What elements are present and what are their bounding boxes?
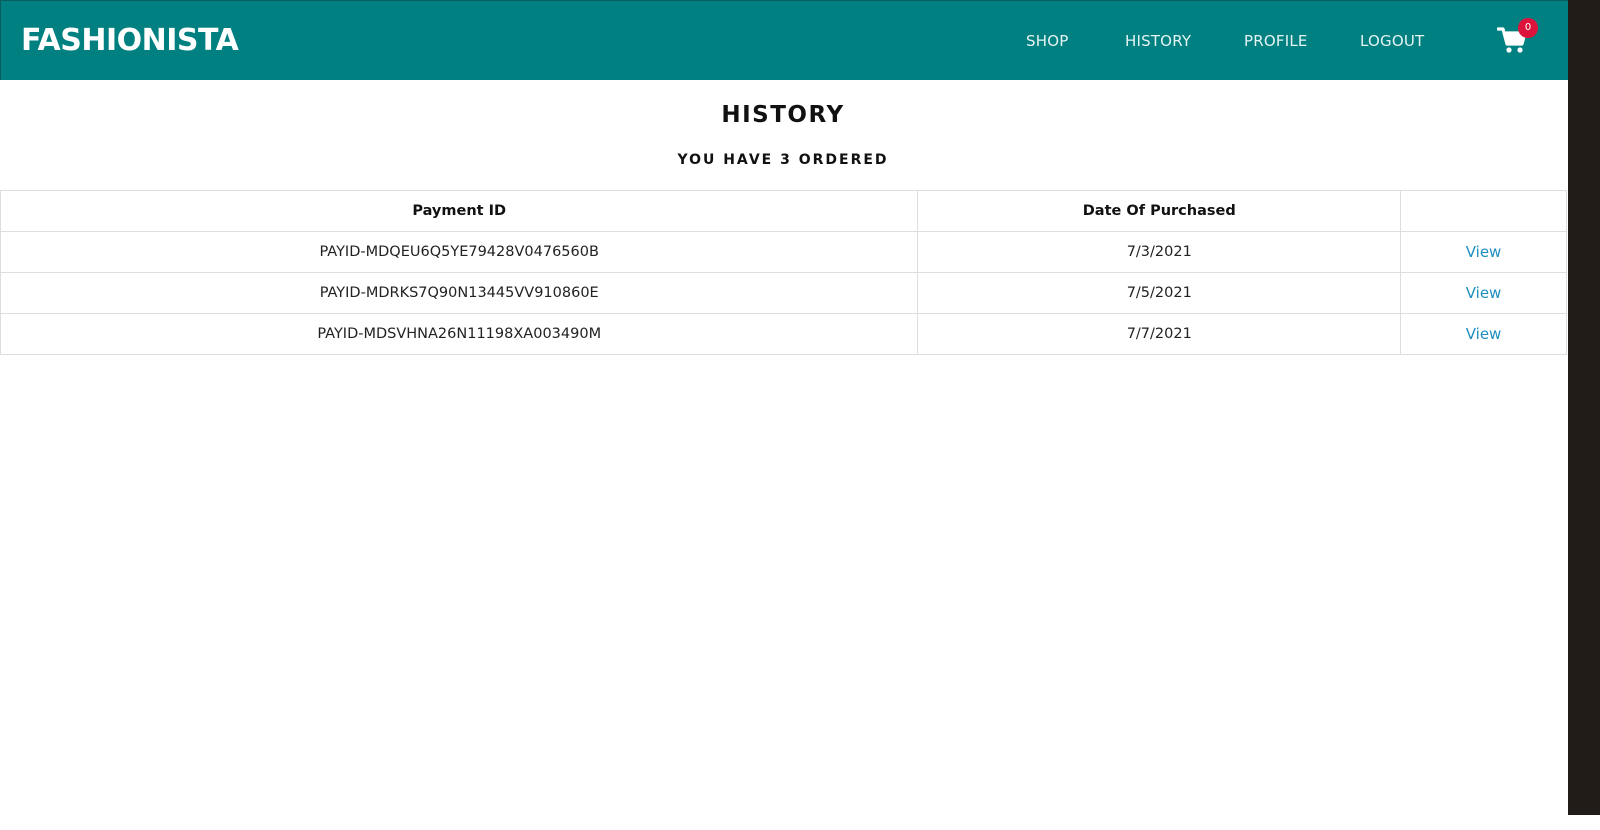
page-viewport: FASHIONISTA SHOP HISTORY PROFILE LOGOUT … bbox=[0, 0, 1568, 815]
view-order-link[interactable]: View bbox=[1466, 284, 1502, 302]
table-row: PAYID-MDSVHNA26N11198XA003490M 7/7/2021 … bbox=[0, 313, 1567, 355]
payment-id-cell: PAYID-MDSVHNA26N11198XA003490M bbox=[0, 313, 919, 355]
view-order-link[interactable]: View bbox=[1466, 325, 1502, 343]
window-edge bbox=[1568, 0, 1600, 830]
action-cell: View bbox=[1400, 272, 1567, 314]
brand-logo[interactable]: FASHIONISTA bbox=[21, 23, 239, 58]
nav-history-link[interactable]: HISTORY bbox=[1125, 32, 1191, 50]
order-history-table: Payment ID Date Of Purchased PAYID-MDQEU… bbox=[0, 190, 1567, 355]
top-navbar: FASHIONISTA SHOP HISTORY PROFILE LOGOUT … bbox=[0, 0, 1568, 80]
table-header-row: Payment ID Date Of Purchased bbox=[0, 190, 1567, 232]
page-title: HISTORY bbox=[721, 102, 845, 128]
nav-logout-link[interactable]: LOGOUT bbox=[1360, 32, 1424, 50]
table-row: PAYID-MDRKS7Q90N13445VV910860E 7/5/2021 … bbox=[0, 272, 1567, 314]
window-bottom-edge bbox=[0, 815, 1600, 830]
action-cell: View bbox=[1400, 313, 1567, 355]
nav-profile-link[interactable]: PROFILE bbox=[1244, 32, 1308, 50]
purchase-date-cell: 7/7/2021 bbox=[917, 313, 1402, 355]
action-cell: View bbox=[1400, 231, 1567, 273]
header-payment-id: Payment ID bbox=[0, 190, 919, 232]
nav-shop-link[interactable]: SHOP bbox=[1026, 32, 1068, 50]
payment-id-cell: PAYID-MDRKS7Q90N13445VV910860E bbox=[0, 272, 919, 314]
header-date: Date Of Purchased bbox=[917, 190, 1402, 232]
order-count-subtitle: YOU HAVE 3 ORDERED bbox=[677, 152, 889, 168]
payment-id-cell: PAYID-MDQEU6Q5YE79428V0476560B bbox=[0, 231, 919, 273]
purchase-date-cell: 7/3/2021 bbox=[917, 231, 1402, 273]
cart-count-badge: 0 bbox=[1518, 18, 1538, 38]
purchase-date-cell: 7/5/2021 bbox=[917, 272, 1402, 314]
header-action bbox=[1400, 190, 1567, 232]
table-row: PAYID-MDQEU6Q5YE79428V0476560B 7/3/2021 … bbox=[0, 231, 1567, 273]
view-order-link[interactable]: View bbox=[1466, 243, 1502, 261]
